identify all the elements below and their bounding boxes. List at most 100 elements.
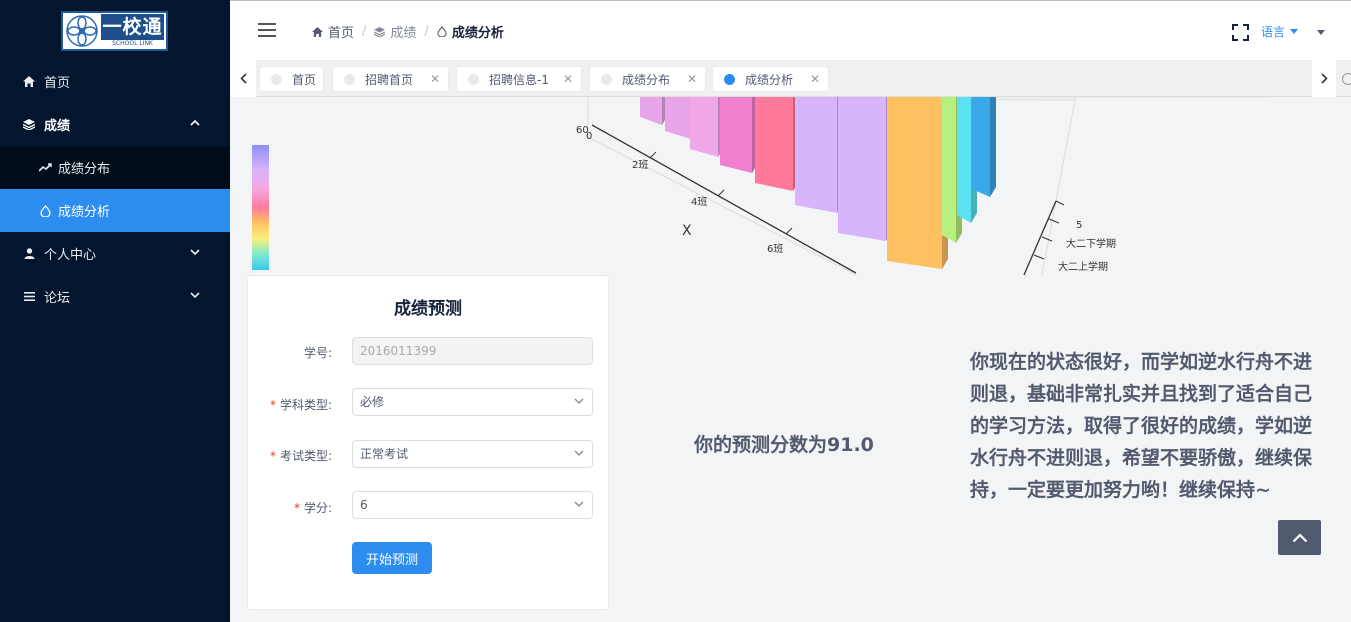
sidebar-item-label: 成绩 (44, 119, 71, 134)
tabs-options-icon[interactable] (1342, 73, 1351, 85)
chevron-down-icon (574, 398, 584, 404)
tab-recruit-info[interactable]: 招聘信息-1 ✕ (456, 66, 582, 92)
chart-bar (720, 97, 752, 173)
tab-status-dot (468, 73, 479, 85)
tab-label: 招聘首页 (365, 72, 414, 87)
y-tick-label: 5 (1076, 220, 1082, 231)
y-tick-label: 大二下学期 (1066, 237, 1116, 250)
flower-logo-icon (66, 15, 98, 47)
close-icon[interactable]: ✕ (810, 72, 820, 86)
tab-status-dot (344, 73, 355, 85)
sidebar-item-score-analysis[interactable]: 成绩分析 (0, 189, 230, 232)
user-icon (22, 248, 36, 259)
tab-label: 成绩分布 (622, 72, 671, 87)
chart-bar (795, 97, 837, 213)
breadcrumb-scores[interactable]: 成绩 (374, 22, 416, 41)
tab-home[interactable]: 首页 (259, 66, 324, 92)
logo-title: 一校通 (101, 14, 164, 40)
exam-type-select[interactable]: 正常考试 (352, 440, 593, 468)
list-icon (22, 292, 36, 301)
chart-bar (640, 97, 662, 125)
x-axis-title: X (682, 223, 692, 239)
chevron-right-icon (1320, 73, 1328, 84)
tab-label: 招聘信息-1 (489, 72, 549, 87)
home-icon (22, 76, 36, 87)
user-menu-caret-icon[interactable] (1317, 30, 1325, 35)
chevron-down-icon (190, 249, 200, 256)
exam-type-label: * 考试类型: (269, 449, 332, 463)
x-tick-label: 6班 (767, 243, 783, 255)
y-tick-label: 大二上学期 (1058, 260, 1108, 273)
logo-subtitle: SCHOOL LINK (112, 40, 153, 47)
menu-toggle-icon[interactable] (258, 23, 276, 37)
tab-score-distribution[interactable]: 成绩分布 ✕ (589, 66, 706, 92)
drop-icon (38, 204, 52, 217)
sidebar-item-scores[interactable]: 成绩 (0, 103, 230, 146)
y-axis-line (1023, 200, 1057, 275)
language-dropdown[interactable]: 语言 (1261, 23, 1299, 40)
caret-down-icon (1290, 29, 1299, 34)
sidebar-item-label: 首页 (44, 76, 71, 91)
sidebar-item-home[interactable]: 首页 (0, 60, 230, 103)
chart-bar (887, 97, 942, 269)
sidebar-item-score-distribution[interactable]: 成绩分布 (0, 146, 230, 189)
top-header: 首页 / 成绩 / 成绩分析 语言 (230, 0, 1351, 60)
credit-select[interactable]: 6 (352, 491, 593, 519)
tab-label: 首页 (292, 72, 317, 87)
close-icon[interactable]: ✕ (430, 72, 440, 86)
predicted-score-text: 你的预测分数为91.0 (694, 434, 874, 456)
x-tick-label: 2班 (632, 159, 648, 171)
sidebar-item-label: 成绩分析 (58, 205, 111, 220)
sidebar-item-personal-center[interactable]: 个人中心 (0, 232, 230, 275)
tabs-bar: 首页 招聘首页 ✕ 招聘信息-1 ✕ 成绩分布 ✕ 成绩分析 ✕ (230, 60, 1351, 97)
credit-label: * 学分: (293, 501, 332, 515)
sidebar-item-forum[interactable]: 论坛 (0, 275, 230, 318)
chevron-up-icon (190, 119, 200, 126)
chart-bar (665, 97, 691, 139)
breadcrumb-separator: / (424, 24, 429, 39)
chart-bar (838, 97, 886, 241)
chart-bar (942, 97, 956, 243)
breadcrumb-home[interactable]: 首页 (312, 22, 354, 41)
chevron-up-icon (1292, 532, 1307, 542)
back-to-top-button[interactable] (1278, 520, 1321, 555)
language-label: 语言 (1261, 25, 1286, 39)
x-tick-label: 4班 (691, 196, 707, 208)
tabs-scroll-left-button[interactable] (230, 60, 256, 97)
chart-bar (755, 97, 793, 191)
tab-status-dot (601, 73, 612, 85)
student-id-field[interactable]: 2016011399 (352, 337, 593, 365)
sidebar-item-label: 论坛 (44, 291, 71, 306)
card-title: 成绩预测 (394, 299, 462, 319)
logo: 一校通 SCHOOL LINK (61, 11, 168, 51)
chart-bar (972, 97, 990, 197)
fullscreen-icon[interactable] (1232, 24, 1249, 41)
layers-icon (374, 26, 386, 37)
close-icon[interactable]: ✕ (687, 72, 697, 86)
sidebar-item-label: 成绩分布 (58, 162, 111, 177)
drop-icon (437, 26, 447, 37)
color-scale-bar (252, 145, 269, 270)
tab-score-analysis[interactable]: 成绩分析 ✕ (712, 66, 829, 92)
chart-bar (957, 97, 971, 223)
tab-status-dot (271, 73, 282, 85)
chevron-left-icon (239, 73, 247, 84)
close-icon[interactable]: ✕ (563, 72, 573, 86)
chart-bars (640, 97, 996, 269)
sidebar: 一校通 SCHOOL LINK 首页 成绩 成绩分布 成绩分析 个人中心 论坛 (0, 0, 230, 622)
subject-type-label: * 学科类型: (269, 398, 332, 412)
chart-bar-side (990, 97, 996, 197)
subject-type-select[interactable]: 必修 (352, 388, 593, 416)
chevron-down-icon (574, 450, 584, 456)
breadcrumb-separator: / (362, 24, 367, 39)
sidebar-item-label: 个人中心 (44, 248, 97, 263)
chevron-down-icon (574, 501, 584, 507)
student-id-label: 学号: (303, 346, 332, 360)
tab-recruit-home[interactable]: 招聘首页 ✕ (332, 66, 449, 92)
score-prediction-card: 成绩预测 学号: 2016011399 * 学科类型: 必修 * 考试类型: 正常考… (247, 275, 609, 610)
y-axis-ticks (1033, 200, 1065, 260)
breadcrumb-current: 成绩分析 (437, 22, 504, 41)
start-prediction-button[interactable]: 开始预测 (352, 542, 432, 574)
tabs-scroll-right-button[interactable] (1312, 60, 1336, 97)
chevron-down-icon (190, 292, 200, 299)
